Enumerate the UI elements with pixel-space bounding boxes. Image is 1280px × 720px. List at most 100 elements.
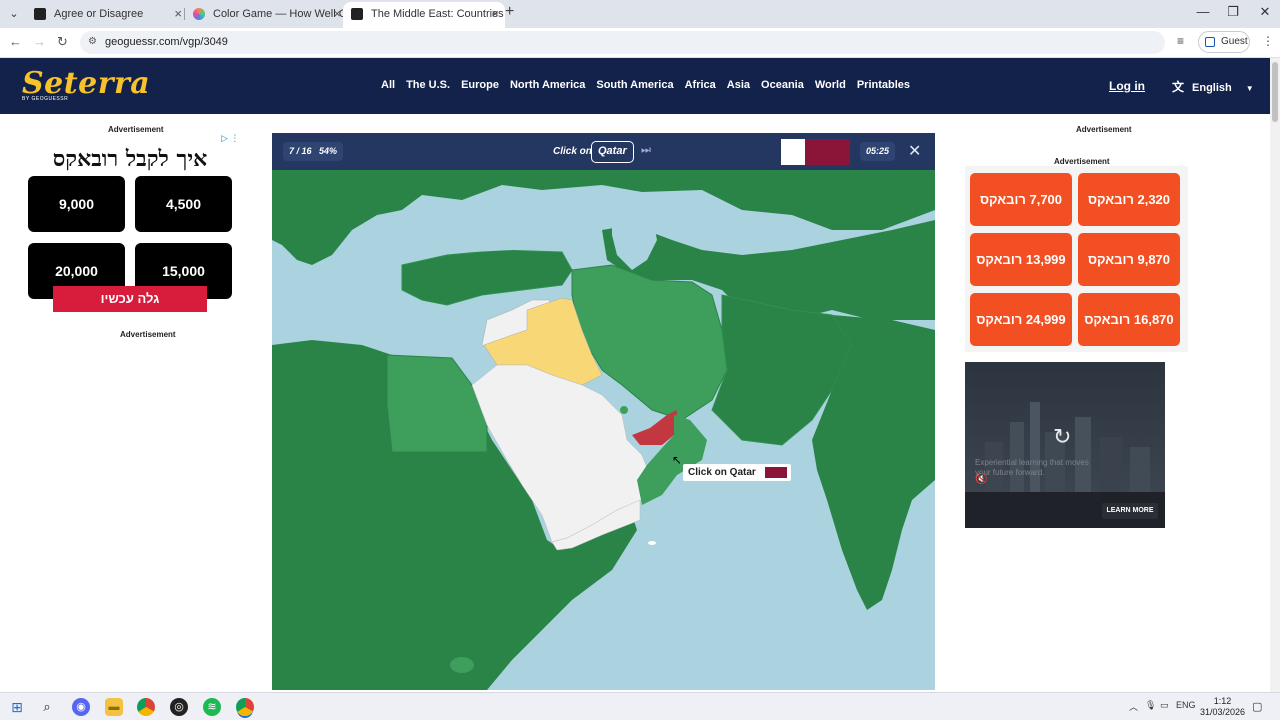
adchoices-icon[interactable]: ▷ ⋮ <box>221 133 239 144</box>
nav-item-all[interactable]: All <box>381 79 395 91</box>
lang-indicator[interactable]: ENG <box>1176 700 1196 710</box>
tab-title: Color Game — How Well Can Y <box>213 8 347 20</box>
reload-icon[interactable]: ↻ <box>57 34 68 50</box>
ad-option-box[interactable]: 9,000 <box>28 176 125 232</box>
ad-cta-button[interactable]: גלה עכשיו <box>53 286 207 312</box>
nav-item-printables[interactable]: Printables <box>857 79 910 91</box>
progress-text: 7 / 16 <box>289 146 312 156</box>
nav-item-south-america[interactable]: South America <box>596 79 673 91</box>
nav-item-oceania[interactable]: Oceania <box>761 79 804 91</box>
nav-item-north-america[interactable]: North America <box>510 79 585 91</box>
game-toolbar: 7 / 16 54% Click on Qatar ⏭ 05:25 ✕ <box>272 133 935 170</box>
system-clock[interactable]: 1:12 31/03/2026 <box>1200 696 1245 718</box>
language-selector[interactable]: 文 English ▼ <box>1172 78 1254 95</box>
profile-button[interactable]: Guest <box>1198 31 1250 53</box>
timer: 05:25 <box>860 142 896 161</box>
notifications-icon[interactable]: ▢ <box>1252 700 1262 713</box>
steam-icon[interactable]: ◎ <box>170 698 188 716</box>
forward-icon[interactable]: → <box>33 34 46 49</box>
tab-title: The Middle East: Countries - M <box>371 8 505 20</box>
site-info-icon[interactable]: ⚙ <box>88 36 97 47</box>
search-icon[interactable]: ⌕ <box>38 698 56 716</box>
map-game-panel: 7 / 16 54% Click on Qatar ⏭ 05:25 ✕ Clic… <box>272 133 935 690</box>
map-country-qatar[interactable] <box>620 406 628 414</box>
ad-offer-button[interactable]: 7,700 רובאקס <box>970 173 1072 226</box>
tab-title: Agree or Disagree <box>54 8 144 20</box>
nav-item-europe[interactable]: Europe <box>461 79 499 91</box>
tab-favicon-icon <box>34 8 46 20</box>
ad-label: Advertisement <box>108 125 164 134</box>
close-game-icon[interactable]: ✕ <box>908 141 921 161</box>
ad-label: Advertisement <box>1076 125 1132 134</box>
microphone-icon[interactable]: 🎙 <box>1145 700 1156 711</box>
browser-tabstrip: ⌄ Agree or Disagree × Color Game — How W… <box>0 0 1280 28</box>
address-bar[interactable]: ⚙ geoguessr.com/vgp/3049 <box>80 31 1165 54</box>
tab-close-icon[interactable]: × <box>174 2 182 26</box>
tooltip-flag-icon <box>765 467 787 478</box>
spotify-icon[interactable]: ≋ <box>203 698 221 716</box>
restore-icon[interactable]: ❐ <box>1218 4 1248 20</box>
ad-offer-button[interactable]: 24,999 רובאקס <box>970 293 1072 346</box>
tray-chevron-up-icon[interactable]: ︿ <box>1129 700 1138 713</box>
tab-search-icon[interactable]: ⌄ <box>4 4 24 24</box>
middle-east-map[interactable] <box>272 170 935 690</box>
tab-favicon-icon <box>193 8 205 20</box>
qatar-flag-icon <box>781 139 850 165</box>
file-explorer-icon[interactable]: ▬ <box>105 698 123 716</box>
clock-date: 31/03/2026 <box>1200 707 1246 717</box>
ad-offer-button[interactable]: 2,320 רובאקס <box>1078 173 1180 226</box>
ad-label: Advertisement <box>120 330 176 339</box>
nav-item-us[interactable]: The U.S. <box>406 79 450 91</box>
page-scrollbar[interactable] <box>1270 58 1280 692</box>
learn-more-button[interactable]: LEARN MORE <box>1102 503 1158 519</box>
tab-close-icon[interactable]: × <box>491 2 499 26</box>
url-text: geoguessr.com/vgp/3049 <box>105 36 228 48</box>
chevron-down-icon: ▼ <box>1245 84 1254 93</box>
tab-search-list-icon[interactable]: ≡ <box>1177 34 1184 48</box>
logo-subtitle: BY GEOGUESSR <box>22 96 69 102</box>
nav-item-asia[interactable]: Asia <box>727 79 750 91</box>
browser-toolbar: ← → ↻ ⚙ geoguessr.com/vgp/3049 ≡ Guest ⋮ <box>0 28 1280 58</box>
windows-start-icon[interactable]: ⊞ <box>8 698 26 716</box>
browser-tab-3-active[interactable]: The Middle East: Countries - M × <box>343 2 505 28</box>
profile-label: Guest <box>1221 36 1248 47</box>
mute-icon[interactable]: 🔇 <box>975 474 987 485</box>
nav-item-africa[interactable]: Africa <box>685 79 716 91</box>
ad-right-offers: 7,700 רובאקס 2,320 רובאקס 13,999 רובאקס … <box>965 166 1188 352</box>
browser-tab-1[interactable]: Agree or Disagree × <box>26 2 188 28</box>
os-taskbar: ⊞ ⌕ ◉ ▬ ◎ ≋ ︿ 🎙 ▭ ENG 1:12 31/03/2026 ▢ <box>0 692 1280 720</box>
language-label: English <box>1192 82 1232 94</box>
ad-offer-button[interactable]: 16,870 רובאקס <box>1078 293 1180 346</box>
map-island <box>648 541 656 545</box>
back-icon[interactable]: ← <box>9 34 22 49</box>
minimize-icon[interactable]: — <box>1188 4 1218 19</box>
game-progress: 7 / 16 54% <box>283 142 344 161</box>
video-ad[interactable]: ↻ Experiential learning that moves your … <box>965 362 1165 528</box>
target-country-label: Qatar <box>591 141 634 163</box>
new-tab-icon[interactable]: + <box>505 3 514 21</box>
network-icon[interactable]: ▭ <box>1160 700 1169 711</box>
window-close-icon[interactable]: ✕ <box>1250 4 1280 20</box>
replay-icon[interactable]: ↻ <box>1053 424 1071 450</box>
translate-icon: 文 <box>1172 80 1185 94</box>
tab-favicon-icon <box>351 8 363 20</box>
site-header: Seterra BY GEOGUESSR All The U.S. Europe… <box>0 58 1270 114</box>
skip-icon[interactable]: ⏭ <box>641 144 651 157</box>
nav-item-world[interactable]: World <box>815 79 846 91</box>
chrome-icon[interactable] <box>137 698 155 716</box>
prompt-label: Click on <box>553 146 592 157</box>
tooltip-text: Click on Qatar <box>688 467 756 478</box>
ad-offer-button[interactable]: 13,999 רובאקס <box>970 233 1072 286</box>
clock-time: 1:12 <box>1213 696 1232 706</box>
chrome-active-icon[interactable] <box>236 698 254 716</box>
browser-menu-icon[interactable]: ⋮ <box>1262 34 1274 48</box>
scrollbar-thumb[interactable] <box>1272 62 1278 122</box>
ad-label: Advertisement <box>1054 157 1110 166</box>
ad-option-box[interactable]: 4,500 <box>135 176 232 232</box>
ad-offer-button[interactable]: 9,870 רובאקס <box>1078 233 1180 286</box>
tab-close-icon[interactable]: × <box>333 2 341 26</box>
login-link[interactable]: Log in <box>1109 79 1145 93</box>
browser-tab-2[interactable]: Color Game — How Well Can Y × <box>185 2 347 28</box>
discord-icon[interactable]: ◉ <box>72 698 90 716</box>
ad-left-title[interactable]: איך לקבל רובאקס <box>28 146 232 172</box>
